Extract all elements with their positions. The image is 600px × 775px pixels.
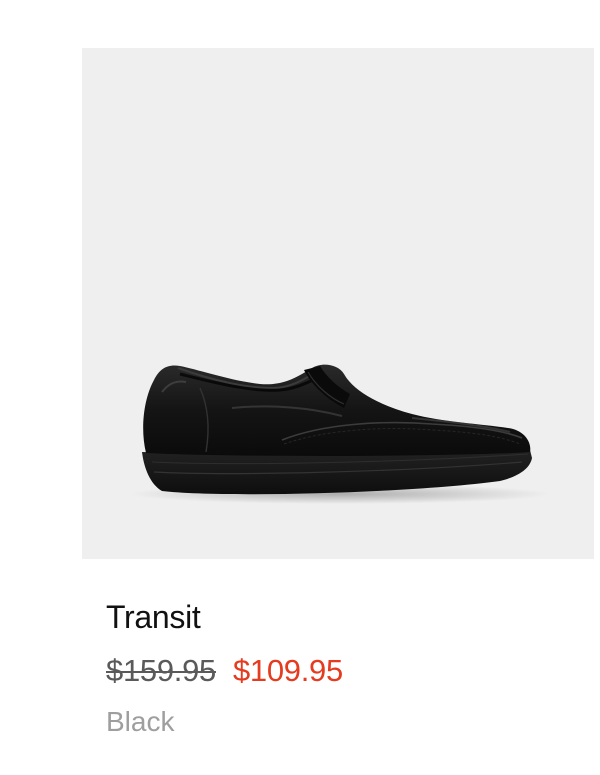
product-name[interactable]: Transit [106,598,201,636]
shoe-icon [130,364,550,504]
price-row: $159.95 $109.95 [106,652,343,690]
product-image[interactable] [82,48,594,559]
sale-price: $109.95 [232,653,343,688]
original-price: $159.95 [106,653,216,688]
product-color: Black [106,706,175,737]
product-card[interactable]: Transit $159.95 $109.95 Black [0,0,600,775]
